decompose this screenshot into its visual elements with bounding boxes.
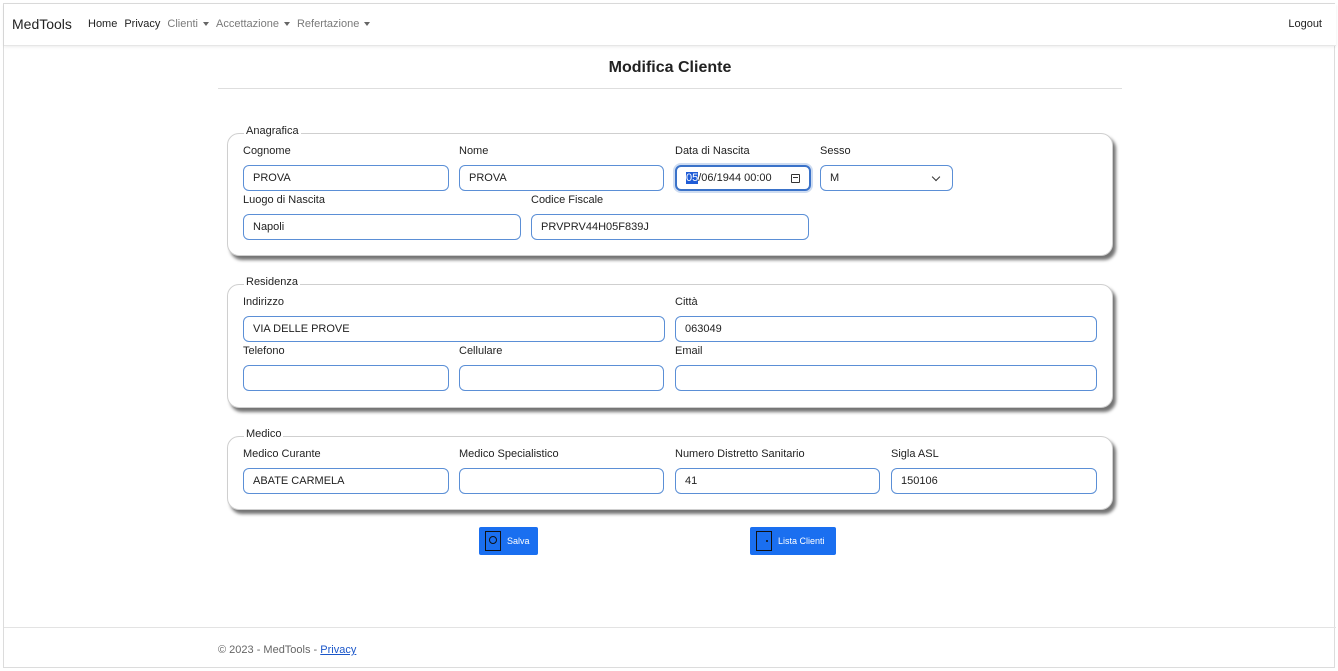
label-email: Email [675, 345, 703, 357]
luogo-nascita-input[interactable]: Napoli [243, 214, 521, 240]
label-cellulare: Cellulare [459, 345, 503, 357]
legend-medico: Medico [244, 428, 284, 440]
footer-divider [4, 627, 1336, 628]
cognome-input[interactable]: PROVA [243, 165, 449, 191]
label-medico-specialistico: Medico Specialistico [459, 448, 559, 460]
nav-clienti-dropdown[interactable]: Clienti [167, 18, 209, 30]
sesso-select[interactable]: M [820, 165, 953, 191]
label-cognome: Cognome [243, 145, 291, 157]
distretto-input[interactable]: 41 [675, 468, 880, 494]
label-luogo-nascita: Luogo di Nascita [243, 194, 325, 206]
indirizzo-input[interactable]: VIA DELLE PROVE [243, 316, 665, 342]
lista-clienti-button[interactable]: Lista Clienti [750, 527, 836, 555]
nav-clienti-label: Clienti [167, 18, 198, 30]
fieldset-residenza: Residenza Indirizzo VIA DELLE PROVE Citt… [227, 276, 1113, 408]
nome-input[interactable]: PROVA [459, 165, 664, 191]
email-input[interactable] [675, 365, 1097, 391]
lista-clienti-label: Lista Clienti [778, 536, 825, 546]
label-sigla-asl: Sigla ASL [891, 448, 939, 460]
telefono-input[interactable] [243, 365, 449, 391]
caret-down-icon [364, 22, 371, 26]
legend-anagrafica: Anagrafica [244, 125, 301, 137]
save-button[interactable]: Salva [479, 527, 538, 555]
caret-down-icon [283, 22, 290, 26]
date-rest: /06/1944 00:00 [698, 172, 772, 184]
nav-accettazione-label: Accettazione [215, 18, 279, 30]
fieldset-anagrafica: Anagrafica Cognome PROVA Nome PROVA Data… [227, 125, 1113, 256]
label-sesso: Sesso [820, 145, 851, 157]
label-indirizzo: Indirizzo [243, 296, 284, 308]
codice-fiscale-input[interactable]: PRVPRV44H05F839J [531, 214, 809, 240]
nav-refertazione-label: Refertazione [296, 18, 360, 30]
label-citta: Città [675, 296, 698, 308]
footer-privacy-link[interactable]: Privacy [320, 644, 356, 656]
nav-menu: Home Privacy Clienti Accettazione Refert… [88, 18, 377, 30]
label-distretto: Numero Distretto Sanitario [675, 448, 805, 460]
legend-residenza: Residenza [244, 276, 300, 288]
nav-refertazione-dropdown[interactable]: Refertazione [296, 18, 371, 30]
label-nome: Nome [459, 145, 489, 157]
logout-link[interactable]: Logout [1288, 18, 1322, 30]
medico-curante-input[interactable]: ABATE CARMELA [243, 468, 449, 494]
medico-specialistico-input[interactable] [459, 468, 664, 494]
sesso-value: M [830, 172, 840, 184]
label-medico-curante: Medico Curante [243, 448, 321, 460]
date-day-selection: 05 [686, 172, 699, 184]
nav-accettazione-dropdown[interactable]: Accettazione [216, 18, 290, 30]
footer: © 2023 - MedTools - Privacy [218, 644, 356, 656]
brand-logo[interactable]: MedTools [12, 16, 72, 32]
save-search-icon [485, 531, 501, 551]
footer-copyright: © 2023 - MedTools - [218, 644, 321, 656]
citta-input[interactable]: 063049 [675, 316, 1097, 342]
nav-privacy[interactable]: Privacy [124, 18, 160, 30]
calendar-icon[interactable] [791, 173, 800, 183]
caret-down-icon [202, 22, 209, 26]
sigla-asl-input[interactable]: 150106 [891, 468, 1097, 494]
label-telefono: Telefono [243, 345, 285, 357]
door-exit-icon [756, 531, 772, 551]
data-nascita-input[interactable]: 05/06/1944 00:00 [675, 165, 811, 191]
app-window: MedTools Home Privacy Clienti Accettazio… [3, 3, 1336, 668]
page-title: Modifica Cliente [608, 59, 732, 76]
label-codice-fiscale: Codice Fiscale [531, 194, 604, 206]
title-divider [218, 88, 1122, 89]
fieldset-medico: Medico Medico Curante ABATE CARMELA Medi… [227, 428, 1113, 510]
chevron-down-icon [931, 172, 941, 181]
nav-home[interactable]: Home [88, 18, 117, 30]
cellulare-input[interactable] [459, 365, 664, 391]
top-navbar: MedTools Home Privacy Clienti Accettazio… [4, 4, 1336, 46]
save-label: Salva [507, 536, 530, 546]
label-data-nascita: Data di Nascita [675, 145, 750, 157]
